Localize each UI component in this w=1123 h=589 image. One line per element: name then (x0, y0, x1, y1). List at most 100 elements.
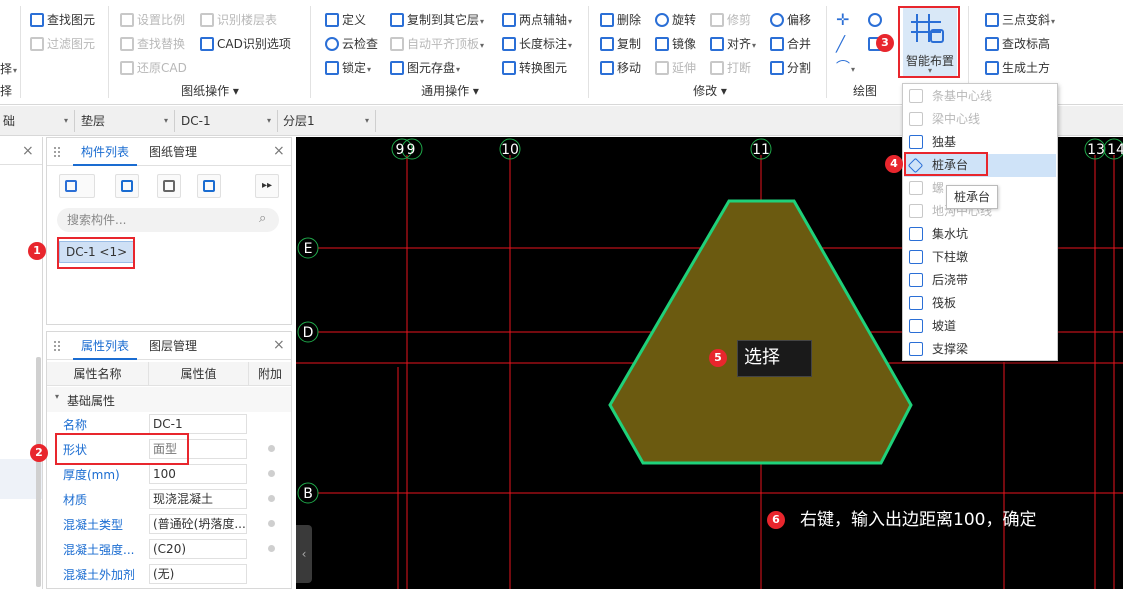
menu-item-support-beam[interactable]: 支撑梁 (904, 338, 1056, 361)
search-input[interactable]: 搜索构件... (57, 208, 279, 232)
extra-dot[interactable] (268, 470, 275, 477)
rotate-button[interactable]: 旋转 (655, 9, 696, 31)
arc-draw-button[interactable]: ⌒▾ (836, 57, 855, 79)
close-icon[interactable]: × (273, 338, 285, 352)
drag-handle-icon[interactable] (53, 340, 61, 352)
cad-ops-group-label[interactable]: 图纸操作 ▾ (160, 82, 260, 100)
property-value[interactable]: DC-1 (149, 414, 247, 434)
tab-layer-management[interactable]: 图层管理 (141, 332, 205, 360)
more-button[interactable]: ▸▸ (255, 174, 279, 198)
property-name: 混凝土外加剂 (63, 568, 136, 582)
merge-icon (770, 37, 784, 51)
slope-icon (985, 13, 999, 27)
break-button[interactable]: 打断 (710, 57, 751, 79)
trim-button[interactable]: 修剪 (710, 9, 751, 31)
rotate-icon (655, 13, 669, 27)
beam-icon (909, 112, 923, 126)
delete-button[interactable]: 删除 (600, 9, 641, 31)
three-point-slope-button[interactable]: 三点变斜▾ (985, 9, 1055, 31)
point-draw-button[interactable]: ✛ (836, 9, 849, 31)
mirror-button[interactable]: 镜像 (655, 33, 696, 55)
cad-recognize-options-button[interactable]: CAD识别选项 (200, 33, 291, 55)
two-point-axis-button[interactable]: 两点辅轴▾ (502, 9, 572, 31)
offset-button[interactable]: 偏移 (770, 9, 811, 31)
pile-cap-shape[interactable] (608, 199, 913, 465)
new-component-button[interactable] (59, 174, 95, 198)
copy-component-button[interactable] (115, 174, 139, 198)
menu-item-lower-pier[interactable]: 下柱墩 (904, 246, 1056, 269)
menu-item-isolated-footing[interactable]: 独基 (904, 131, 1056, 154)
scrollbar[interactable] (36, 357, 41, 587)
menu-item-ramp[interactable]: 坡道 (904, 315, 1056, 338)
table-row: 混凝土类型 (普通砼(坍落度... (47, 512, 291, 537)
property-value[interactable]: 100 (149, 464, 247, 484)
extra-dot[interactable] (268, 520, 275, 527)
restore-cad-button[interactable]: 还原CAD (120, 57, 187, 79)
convert-element-button[interactable]: 转换图元 (502, 57, 567, 79)
property-value[interactable]: 现浇混凝土 (149, 489, 247, 509)
category-dropdown[interactable]: 础 ▾ (0, 110, 75, 132)
menu-item-sump-pit[interactable]: 集水坑 (904, 223, 1056, 246)
step-badge-3: 3 (876, 34, 894, 52)
menu-item-beam-center-line[interactable]: 梁中心线 (904, 108, 1056, 131)
col-extra: 附加 (257, 367, 282, 381)
copy-button[interactable]: 复制 (600, 33, 641, 55)
component-dropdown[interactable]: DC-1 ▾ (178, 110, 278, 132)
delete-component-button[interactable] (157, 174, 181, 198)
section-basic-properties[interactable]: ▾ 基础属性 (47, 387, 291, 412)
lock-button[interactable]: 锁定▾ (325, 57, 371, 79)
recognize-floor-table-button[interactable]: 识别楼层表 (200, 9, 277, 31)
modify-group-label[interactable]: 修改 ▾ (680, 82, 740, 100)
menu-item-raft[interactable]: 筏板 (904, 292, 1056, 315)
clock-draw-button[interactable] (868, 9, 885, 31)
check-elevation-button[interactable]: 查改标高 (985, 33, 1050, 55)
line-draw-button[interactable]: ╱ (836, 33, 845, 55)
tab-property-list[interactable]: 属性列表 (73, 332, 138, 360)
highlight-box-3 (898, 6, 960, 78)
move-icon (600, 61, 614, 75)
support-beam-icon (909, 342, 923, 356)
extend-button[interactable]: 延伸 (655, 57, 696, 79)
filter-element-button[interactable]: 过滤图元 (30, 33, 95, 55)
split-button[interactable]: 分割 (770, 57, 811, 79)
type-dropdown[interactable]: 垫层 ▾ (78, 110, 175, 132)
collapse-panel-handle[interactable]: ‹ (296, 525, 312, 583)
close-icon[interactable]: × (22, 143, 34, 159)
align-button[interactable]: 对齐▾ (710, 33, 756, 55)
highlight-box-2 (55, 433, 189, 465)
extra-dot[interactable] (268, 545, 275, 552)
slab-icon (390, 37, 404, 51)
find-element-button[interactable]: 查找图元 (30, 9, 95, 31)
find-replace-button[interactable]: 查找替换 (120, 33, 185, 55)
tab-drawing-management[interactable]: 图纸管理 (141, 138, 205, 166)
length-dim-button[interactable]: 长度标注▾ (502, 33, 572, 55)
select-dropdown[interactable]: 择▾ (0, 58, 17, 80)
define-button[interactable]: 定义 (325, 9, 366, 31)
gen-earthwork-button[interactable]: 生成土方 (985, 57, 1050, 79)
property-value[interactable]: (无) (149, 564, 247, 584)
menu-item-strip-center-line[interactable]: 条基中心线 (904, 85, 1056, 108)
general-ops-group-label[interactable]: 通用操作 ▾ (400, 82, 500, 100)
property-value[interactable]: (普通砼(坍落度... (149, 514, 247, 534)
extend-icon (655, 61, 669, 75)
auto-flat-slab-button[interactable]: 自动平齐顶板▾ (390, 33, 484, 55)
element-storage-button[interactable]: 图元存盘▾ (390, 57, 460, 79)
move-button[interactable]: 移动 (600, 57, 641, 79)
strip-icon (909, 89, 923, 103)
close-icon[interactable]: × (273, 144, 285, 158)
menu-item-post-cast-strip[interactable]: 后浇带 (904, 269, 1056, 292)
extra-dot[interactable] (268, 495, 275, 502)
tab-component-list[interactable]: 构件列表 (73, 138, 138, 166)
search-icon: ⌕ (259, 211, 267, 226)
property-value[interactable]: (C20) (149, 539, 247, 559)
extra-dot[interactable] (268, 445, 275, 452)
drag-handle-icon[interactable] (53, 146, 61, 158)
layer-dropdown[interactable]: 分层1 ▾ (280, 110, 376, 132)
storage-icon (390, 61, 404, 75)
cloud-check-button[interactable]: 云检查 (325, 33, 378, 55)
duplicate-component-button[interactable] (197, 174, 221, 198)
copy-to-layer-button[interactable]: 复制到其它层▾ (390, 9, 484, 31)
set-scale-button[interactable]: 设置比例 (120, 9, 185, 31)
pile-cap-tooltip: 桩承台 (946, 185, 998, 209)
merge-button[interactable]: 合并 (770, 33, 811, 55)
